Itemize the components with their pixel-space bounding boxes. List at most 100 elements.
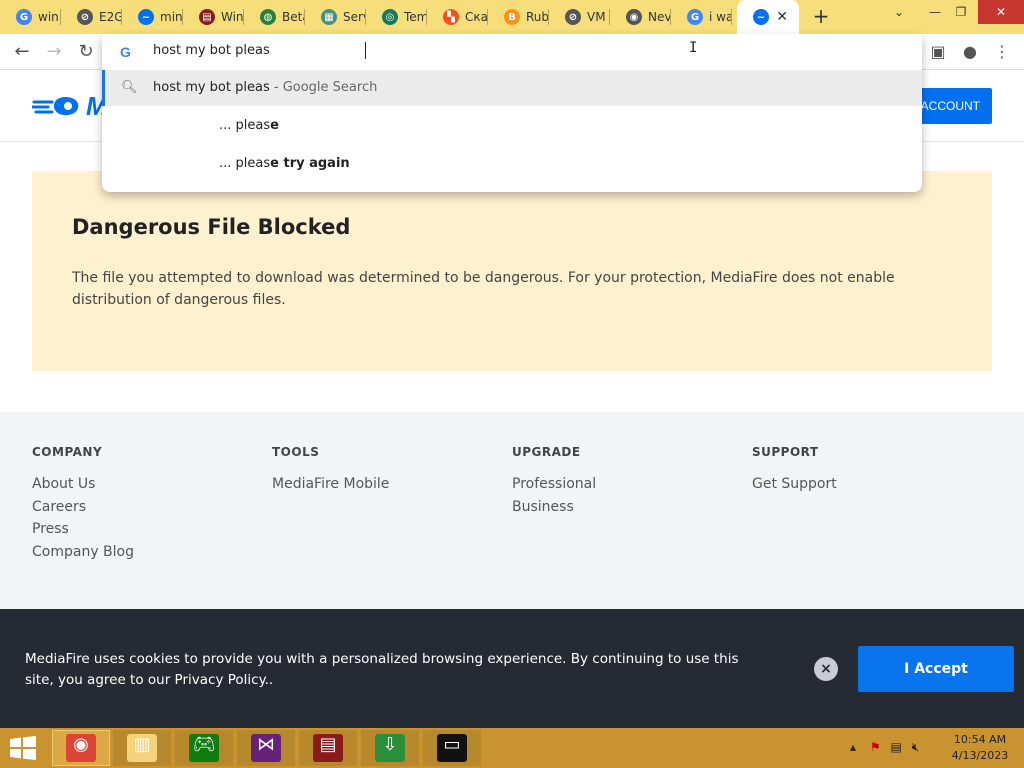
- folder-icon: ▥: [127, 734, 157, 762]
- reload-button[interactable]: ↻: [74, 40, 98, 64]
- taskbar-app-winrar[interactable]: ▤: [299, 730, 357, 766]
- browser-tab[interactable]: Gwin: [0, 0, 61, 34]
- footer-link[interactable]: Professional: [512, 475, 732, 494]
- cookie-banner: MediaFire uses cookies to provide you wi…: [0, 609, 1024, 728]
- winrar-icon: ▤: [313, 734, 343, 762]
- footer-link[interactable]: Press: [32, 520, 252, 539]
- footer-heading: COMPANY: [32, 445, 103, 459]
- bitcoin-icon: B: [504, 9, 520, 25]
- close-tab-icon[interactable]: ✕: [776, 9, 788, 25]
- taskbar-clock[interactable]: 10:54 AM 4/13/2023: [940, 732, 1020, 764]
- taskbar-app-visual-studio[interactable]: ⋈: [237, 730, 295, 766]
- address-bar[interactable]: G host my bot pleas: [102, 34, 922, 70]
- profile-icon[interactable]: ●: [958, 40, 982, 64]
- browser-tab[interactable]: ◉ Nev: [610, 0, 671, 34]
- tab-title: Rub: [526, 10, 548, 24]
- footer-column: SUPPORT Get Support: [752, 445, 972, 494]
- suggestion-search[interactable]: 🔍︎ host my bot pleas - Google Search: [102, 70, 922, 106]
- winrar-icon: ▤: [199, 9, 215, 25]
- mediafire-logo[interactable]: M: [32, 91, 108, 121]
- taskbar-app-downloader[interactable]: ⇩: [361, 730, 419, 766]
- footer-link[interactable]: About Us: [32, 475, 252, 494]
- footer-heading: SUPPORT: [752, 445, 819, 459]
- search-icon: 🔍︎: [121, 80, 138, 95]
- browser-tab[interactable]: Gi wa: [671, 0, 732, 34]
- mediafire-icon: ~: [138, 9, 154, 25]
- suggestion-text: ... please try again: [219, 156, 350, 171]
- suggestion-item[interactable]: ... please: [102, 108, 922, 146]
- footer-link[interactable]: Company Blog: [32, 543, 252, 562]
- clock-date: 4/13/2023: [951, 749, 1009, 762]
- tab-title: Serv: [343, 10, 365, 24]
- browser-tab[interactable]: ◎ Tem: [366, 0, 427, 34]
- footer-link[interactable]: MediaFire Mobile: [272, 475, 492, 494]
- browser-tab[interactable]: ~ min: [122, 0, 183, 34]
- address-input[interactable]: host my bot pleas: [153, 43, 270, 58]
- footer-heading: UPGRADE: [512, 445, 581, 459]
- taskbar-app-xbox[interactable]: 🎮︎: [175, 730, 233, 766]
- action-center-icon[interactable]: ⚑: [870, 740, 881, 754]
- download-icon: ⇩: [375, 734, 405, 762]
- tray-expand-icon[interactable]: ▴: [850, 740, 856, 754]
- chrome-icon: ◉: [626, 9, 642, 25]
- mouse-cursor-ibeam: I: [689, 40, 698, 56]
- footer-heading: TOOLS: [272, 445, 320, 459]
- alert-body: The file you attempted to download was d…: [72, 270, 895, 308]
- google-icon: G: [16, 9, 32, 25]
- footer-column: UPGRADE Professional Business: [512, 445, 732, 516]
- browser-tab[interactable]: ▤ Win: [183, 0, 244, 34]
- suggestion-text: host my bot pleas - Google Search: [153, 80, 378, 95]
- tab-title: Beta: [282, 10, 304, 24]
- browser-tab[interactable]: ▚ Ска: [427, 0, 488, 34]
- browser-tab[interactable]: ⊘ VM: [549, 0, 610, 34]
- alert-title: Dangerous File Blocked: [72, 215, 351, 239]
- omnibox-dropdown: G host my bot pleas 🔍︎ host my bot pleas…: [102, 34, 922, 192]
- system-tray[interactable]: ▴ ⚑ ▤ 🔇︎: [850, 740, 919, 755]
- window-close-button[interactable]: ✕: [978, 0, 1024, 24]
- taskbar-app-file-explorer[interactable]: ▥: [113, 730, 171, 766]
- visual-studio-icon: ⋈: [251, 734, 281, 762]
- google-icon: G: [687, 9, 703, 25]
- text-caret: [365, 42, 366, 59]
- gamepad-icon: 🎮︎: [189, 734, 219, 762]
- chrome-icon: ◉: [66, 734, 96, 762]
- volume-muted-icon[interactable]: 🔇︎: [912, 740, 920, 754]
- windows-start-icon[interactable]: [8, 736, 38, 760]
- tab-title: E2G: [99, 10, 121, 24]
- google-icon: G: [120, 44, 131, 60]
- globe-icon: ⊘: [565, 9, 581, 25]
- tab-title: VM: [587, 10, 606, 24]
- cookie-close-button[interactable]: ×: [814, 657, 838, 681]
- suggestion-item[interactable]: ... please try again: [102, 146, 922, 184]
- chevron-down-icon[interactable]: ⌄: [884, 0, 914, 24]
- mediafire-icon: ~: [753, 9, 769, 25]
- tab-title: i wa: [709, 10, 731, 24]
- footer-link[interactable]: Careers: [32, 498, 252, 517]
- tab-separator: [731, 9, 732, 25]
- new-tab-button[interactable]: +: [810, 5, 832, 27]
- tab-title: Ска: [465, 10, 487, 24]
- footer-column: TOOLS MediaFire Mobile: [272, 445, 492, 494]
- browser-tab[interactable]: B Rub: [488, 0, 549, 34]
- footer-link[interactable]: Business: [512, 498, 732, 517]
- restore-button[interactable]: ❐: [946, 0, 976, 24]
- footer-link[interactable]: Get Support: [752, 475, 972, 494]
- cookie-message: MediaFire uses cookies to provide you wi…: [25, 651, 739, 688]
- browser-tab[interactable]: ~ ✕: [737, 0, 799, 34]
- browser-tab[interactable]: ▦ Serv: [305, 0, 366, 34]
- browser-tab[interactable]: ⊘ E2G: [61, 0, 122, 34]
- network-icon[interactable]: ▤: [890, 740, 901, 754]
- side-panel-icon[interactable]: ▣: [926, 40, 950, 64]
- taskbar-app-command-prompt[interactable]: ▭: [423, 730, 481, 766]
- taskbar-app-chrome[interactable]: ◉: [52, 730, 110, 766]
- app-icon: ▦: [321, 9, 337, 25]
- back-button[interactable]: ←: [10, 40, 34, 64]
- browser-tab[interactable]: ◍ Beta: [244, 0, 305, 34]
- forward-button[interactable]: →: [42, 40, 66, 64]
- tab-title: win: [38, 10, 59, 24]
- taskbar: ▴ ⚑ ▤ 🔇︎ 10:54 AM 4/13/2023 ◉ ▥ 🎮︎ ⋈ ▤ ⇩ ▭: [0, 728, 1024, 768]
- globe-icon: ◍: [260, 9, 276, 25]
- accept-cookies-button[interactable]: I Accept: [858, 646, 1014, 692]
- globe-icon: ⊘: [77, 9, 93, 25]
- menu-icon[interactable]: ⋮: [990, 40, 1014, 64]
